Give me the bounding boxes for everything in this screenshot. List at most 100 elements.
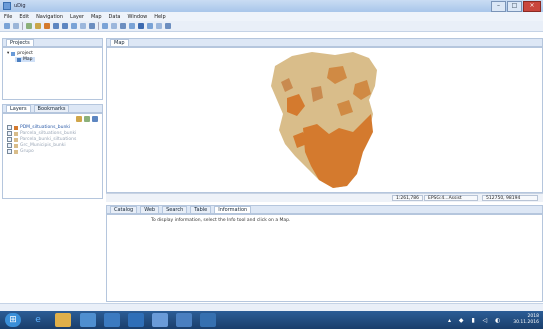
layer-visibility-checkbox[interactable] xyxy=(7,131,12,136)
map-name: Map xyxy=(23,57,33,62)
select-icon[interactable] xyxy=(102,23,108,29)
layer-item[interactable]: Parcela_siltuations_bunki xyxy=(7,131,76,136)
clock[interactable]: 2018 30.11.2016 xyxy=(513,314,539,326)
layer-name: Parcela_bunki_siltuations xyxy=(20,137,77,142)
refresh-icon[interactable] xyxy=(89,23,95,29)
zoom-in-icon[interactable] xyxy=(53,23,59,29)
layer-icon xyxy=(14,137,18,142)
menu-help[interactable]: Help xyxy=(154,14,165,20)
folder-icon[interactable] xyxy=(55,313,71,327)
tab-projects[interactable]: Projects xyxy=(6,38,34,47)
project-icon xyxy=(11,51,16,56)
create-feature-icon[interactable] xyxy=(129,23,135,29)
layer-visibility-checkbox[interactable] xyxy=(7,149,12,154)
layers-toolbar xyxy=(76,116,98,122)
map-tree-item[interactable]: Map xyxy=(15,57,35,62)
expand-icon[interactable]: ▾ xyxy=(7,51,9,56)
layer-icon xyxy=(14,131,18,136)
save-icon[interactable] xyxy=(13,23,19,29)
scale-field[interactable]: 1:261,786 xyxy=(392,195,423,201)
layer-name: Grc_Municipis_bunki xyxy=(20,143,66,148)
layer-name: PDM_siltuations_bunki xyxy=(20,125,71,130)
menu-map[interactable]: Map xyxy=(91,14,102,20)
map-status-bar: 1:261,786 EPSG:4...Assist 512750, 98194 xyxy=(106,193,543,202)
layers-panel: PDM_siltuations_bunki Parcela_siltuation… xyxy=(2,113,103,199)
app-icon-1[interactable] xyxy=(80,313,96,327)
print-icon[interactable] xyxy=(165,23,171,29)
map-icon xyxy=(17,57,21,62)
edit-icon[interactable] xyxy=(44,23,50,29)
bottom-panel-header: Catalog Web Search Table Information xyxy=(106,205,543,214)
minimize-button[interactable]: – xyxy=(491,1,506,12)
tab-web[interactable]: Web xyxy=(140,205,160,214)
map-canvas[interactable] xyxy=(106,47,543,193)
project-tree-item[interactable]: ▾ project xyxy=(7,51,33,56)
layer-item[interactable]: Parcela_bunki_siltuations xyxy=(7,137,76,142)
zoom-extent-icon[interactable] xyxy=(80,23,86,29)
snap-icon[interactable] xyxy=(156,23,162,29)
project-name: project xyxy=(17,51,33,56)
tab-catalog[interactable]: Catalog xyxy=(110,205,138,214)
tab-table[interactable]: Table xyxy=(190,205,212,214)
app-icon-4[interactable] xyxy=(176,313,192,327)
system-tray-icons[interactable]: ▴ ◆ ▮ ◁ ◐ xyxy=(448,317,503,324)
layer-item[interactable]: Grupo xyxy=(7,149,34,154)
menu-window[interactable]: Window xyxy=(128,14,148,20)
layer-properties-icon[interactable] xyxy=(92,116,98,122)
layer-name: Parcela_siltuations_bunki xyxy=(20,131,77,136)
start-button[interactable]: ⊞ xyxy=(5,313,21,327)
app-icon-5[interactable] xyxy=(200,313,216,327)
layer-visibility-checkbox[interactable] xyxy=(7,125,12,130)
layer-down-icon[interactable] xyxy=(84,116,90,122)
window-title: uDig xyxy=(14,3,26,9)
close-button[interactable]: × xyxy=(523,1,541,12)
map-editor-header: Map xyxy=(106,38,543,47)
taskbar: ⊞ e ▴ ◆ ▮ ◁ ◐ 2018 30.11.2016 xyxy=(0,311,543,329)
new-icon[interactable] xyxy=(4,23,10,29)
layer-icon xyxy=(14,125,18,130)
layer-name: Grupo xyxy=(20,149,34,154)
layer-item[interactable]: PDM_siltuations_bunki xyxy=(7,125,70,130)
tab-information[interactable]: Information xyxy=(214,205,252,214)
open-icon[interactable] xyxy=(35,23,41,29)
tab-bookmarks[interactable]: Bookmarks xyxy=(33,104,70,113)
layer-style-icon[interactable] xyxy=(138,23,144,29)
zoom-out-icon[interactable] xyxy=(62,23,68,29)
distance-icon[interactable] xyxy=(120,23,126,29)
edit-geometry-icon[interactable] xyxy=(147,23,153,29)
main-toolbar xyxy=(0,21,543,32)
pan-icon[interactable] xyxy=(71,23,77,29)
maximize-button[interactable]: □ xyxy=(507,1,522,12)
layer-item[interactable]: Grc_Municipis_bunki xyxy=(7,143,66,148)
layer-icon xyxy=(14,149,18,154)
crs-button[interactable]: EPSG:4...Assist xyxy=(424,195,478,201)
clock-date: 30.11.2016 xyxy=(513,320,539,325)
toolbar-separator xyxy=(22,22,23,30)
projects-panel-header: Projects xyxy=(2,38,103,47)
window-title-bar: uDig – □ × xyxy=(0,0,543,12)
menu-navigation[interactable]: Navigation xyxy=(36,14,63,20)
menu-bar: File Edit Navigation Layer Map Data Wind… xyxy=(0,12,543,21)
add-layer-icon[interactable] xyxy=(26,23,32,29)
map-polygons xyxy=(271,52,377,188)
tab-map[interactable]: Map xyxy=(110,38,129,47)
information-message: To display information, select the Info … xyxy=(151,218,291,223)
tab-search[interactable]: Search xyxy=(162,205,188,214)
browser-icon[interactable]: e xyxy=(30,313,46,327)
app-icon xyxy=(3,2,11,10)
layer-up-icon[interactable] xyxy=(76,116,82,122)
menu-file[interactable]: File xyxy=(4,14,12,20)
layer-visibility-checkbox[interactable] xyxy=(7,143,12,148)
projects-panel: ▾ project Map xyxy=(2,47,103,100)
toolbar-separator xyxy=(98,22,99,30)
udig-taskbar-icon[interactable] xyxy=(152,313,168,327)
menu-data[interactable]: Data xyxy=(109,14,121,20)
info-icon[interactable] xyxy=(111,23,117,29)
menu-edit[interactable]: Edit xyxy=(19,14,29,20)
layer-icon xyxy=(14,143,18,148)
app-icon-3[interactable] xyxy=(128,313,144,327)
app-icon-2[interactable] xyxy=(104,313,120,327)
layer-visibility-checkbox[interactable] xyxy=(7,137,12,142)
menu-layer[interactable]: Layer xyxy=(70,14,84,20)
tab-layers[interactable]: Layers xyxy=(6,104,31,113)
